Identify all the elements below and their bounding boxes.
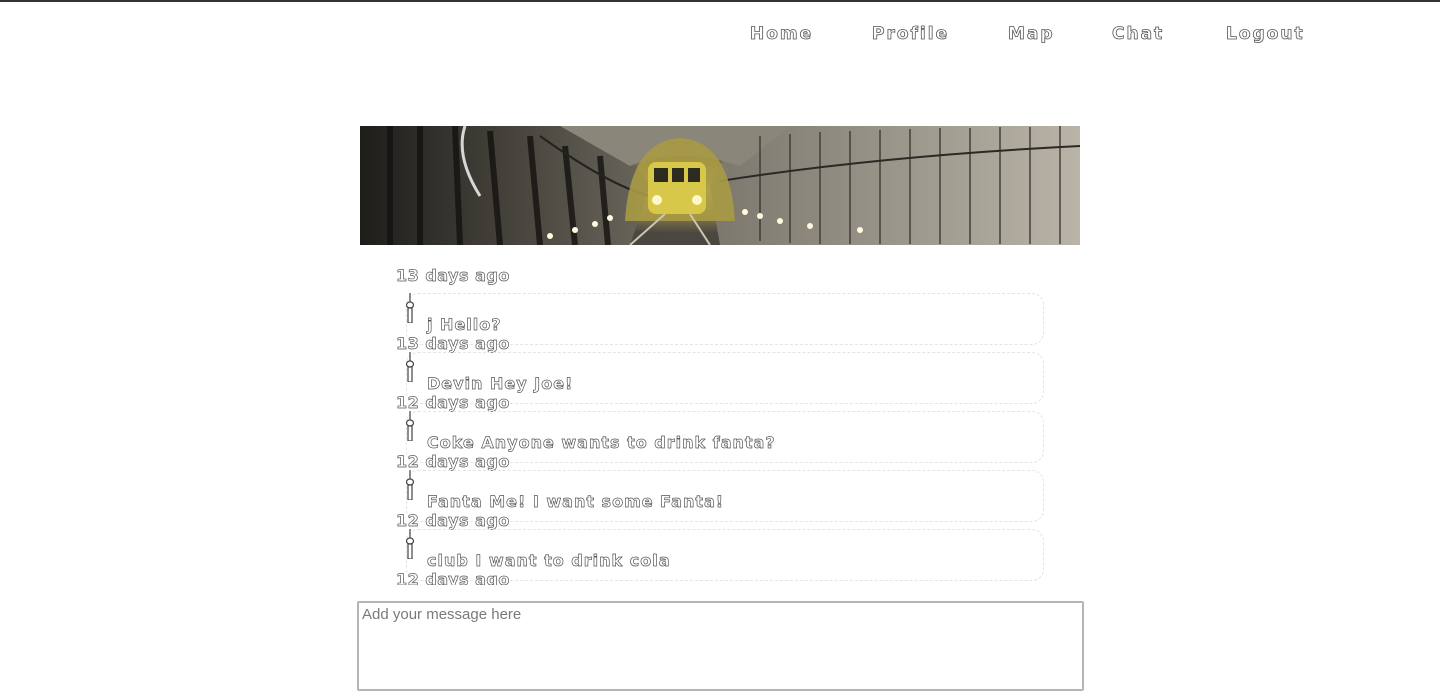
message-timestamp: 12 days ago (396, 393, 510, 413)
message-text: Coke Anyone wants to drink fanta? (427, 433, 776, 453)
nav-map-link[interactable]: Map (1008, 24, 1055, 45)
tv-tower-icon (405, 293, 415, 323)
message-text: Fanta Me! I want some Fanta! (427, 492, 725, 512)
message-timestamp: 13 days ago (396, 266, 510, 286)
banner-image (360, 126, 1080, 245)
tv-tower-icon (405, 470, 415, 500)
message-text: club I want to drink cola (427, 551, 671, 571)
message-text: j Hello? (427, 315, 502, 335)
chat-message: Coke Anyone wants to drink fanta? 12 day… (396, 411, 1044, 472)
chat-message: Fanta Me! I want some Fanta! 12 days ago (396, 470, 1044, 531)
tv-tower-icon (405, 411, 415, 441)
message-timestamp: 13 days ago (396, 334, 510, 354)
nav-home-link[interactable]: Home (750, 24, 813, 45)
nav-profile-link[interactable]: Profile (872, 24, 949, 45)
message-text: Devin Hey Joe! (427, 374, 574, 394)
chat-message: j Hello? 13 days ago (396, 293, 1044, 354)
nav-logout-link[interactable]: Logout (1226, 24, 1305, 45)
chat-message: club I want to drink cola 12 days ago (396, 529, 1044, 585)
message-timestamp: 12 days ago (396, 570, 510, 585)
subway-tunnel-illustration (360, 126, 1080, 245)
message-timestamp: 12 days ago (396, 452, 510, 472)
chat-messages[interactable]: 13 days ago j Hello? 13 days ago Devin H… (396, 245, 1044, 585)
top-nav: Home Profile Map Chat Logout (0, 24, 1440, 50)
tv-tower-icon (405, 352, 415, 382)
message-timestamp: 12 days ago (396, 511, 510, 531)
tv-tower-icon (405, 529, 415, 559)
message-input[interactable] (357, 601, 1084, 691)
chat-message: Devin Hey Joe! 12 days ago (396, 352, 1044, 413)
nav-chat-link[interactable]: Chat (1112, 24, 1164, 45)
